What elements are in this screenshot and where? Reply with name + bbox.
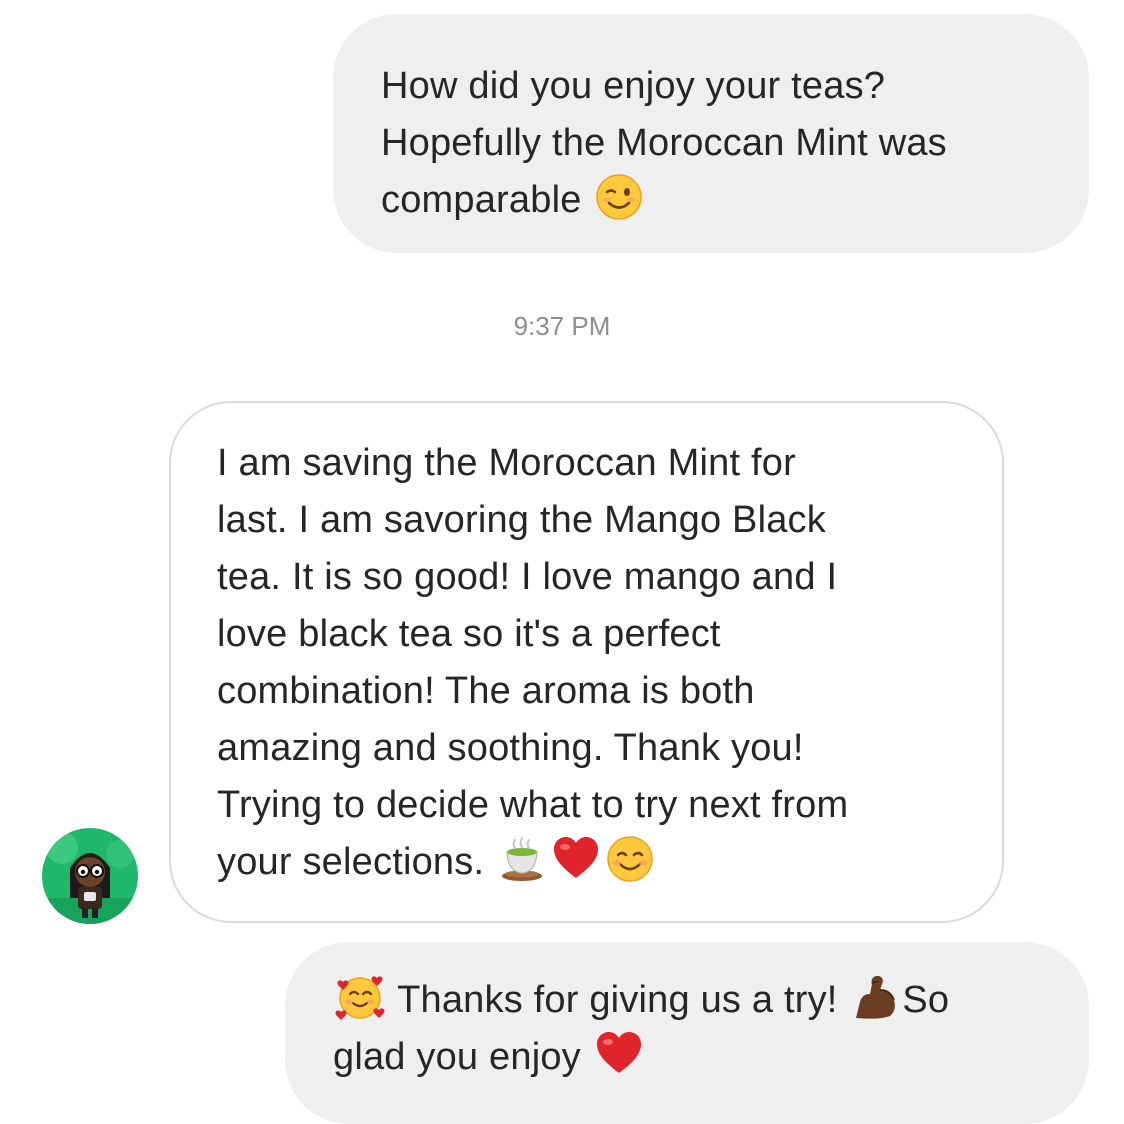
message-text-line: I am saving the Moroccan Mint for [217,442,796,484]
received-message-bubble[interactable]: I am saving the Moroccan Mint for last. … [169,401,1004,923]
message-text-line: combination! The aroma is both [217,670,755,712]
message-text: So [902,979,950,1021]
red-heart-emoji-icon [594,1029,644,1079]
message-text-line: tea. It is so good! I love mango and I [217,556,838,598]
message-text-line: amazing and soothing. Thank you! [217,727,804,769]
message-text-line: comparable [381,172,1049,229]
smiling-face-emoji-icon [605,834,655,884]
flexed-biceps-emoji-icon [850,972,900,1022]
sent-message-bubble[interactable]: How did you enjoy your teas? Hopefully t… [333,14,1089,253]
message-text-line: How did you enjoy your teas? [381,65,886,107]
message-text-line: Thanks for giving us a try! So [333,972,1049,1029]
message-text-line: last. I am savoring the Mango Black [217,499,826,541]
message-text-line: glad you enjoy [333,1029,1049,1086]
message-text-line: your selections. [217,834,962,891]
sender-avatar[interactable] [42,828,138,924]
avatar-image [42,828,138,924]
message-timestamp: 9:37 PM [513,311,611,341]
message-text-line: Trying to decide what to try next from [217,784,849,826]
message-text-line: love black tea so it's a perfect [217,613,721,655]
red-heart-emoji-icon [551,834,601,884]
message-text-line: Hopefully the Moroccan Mint was [381,122,947,164]
teacup-emoji-icon [497,834,547,884]
winking-face-emoji-icon [594,172,644,222]
smiling-face-with-hearts-emoji-icon [335,972,385,1022]
sent-message-bubble[interactable]: Thanks for giving us a try! So glad you … [285,942,1089,1124]
message-text: glad you enjoy [333,1036,581,1078]
message-text: Thanks for giving us a try! [397,979,838,1021]
message-text: comparable [381,179,582,221]
message-text: your selections. [217,841,485,883]
